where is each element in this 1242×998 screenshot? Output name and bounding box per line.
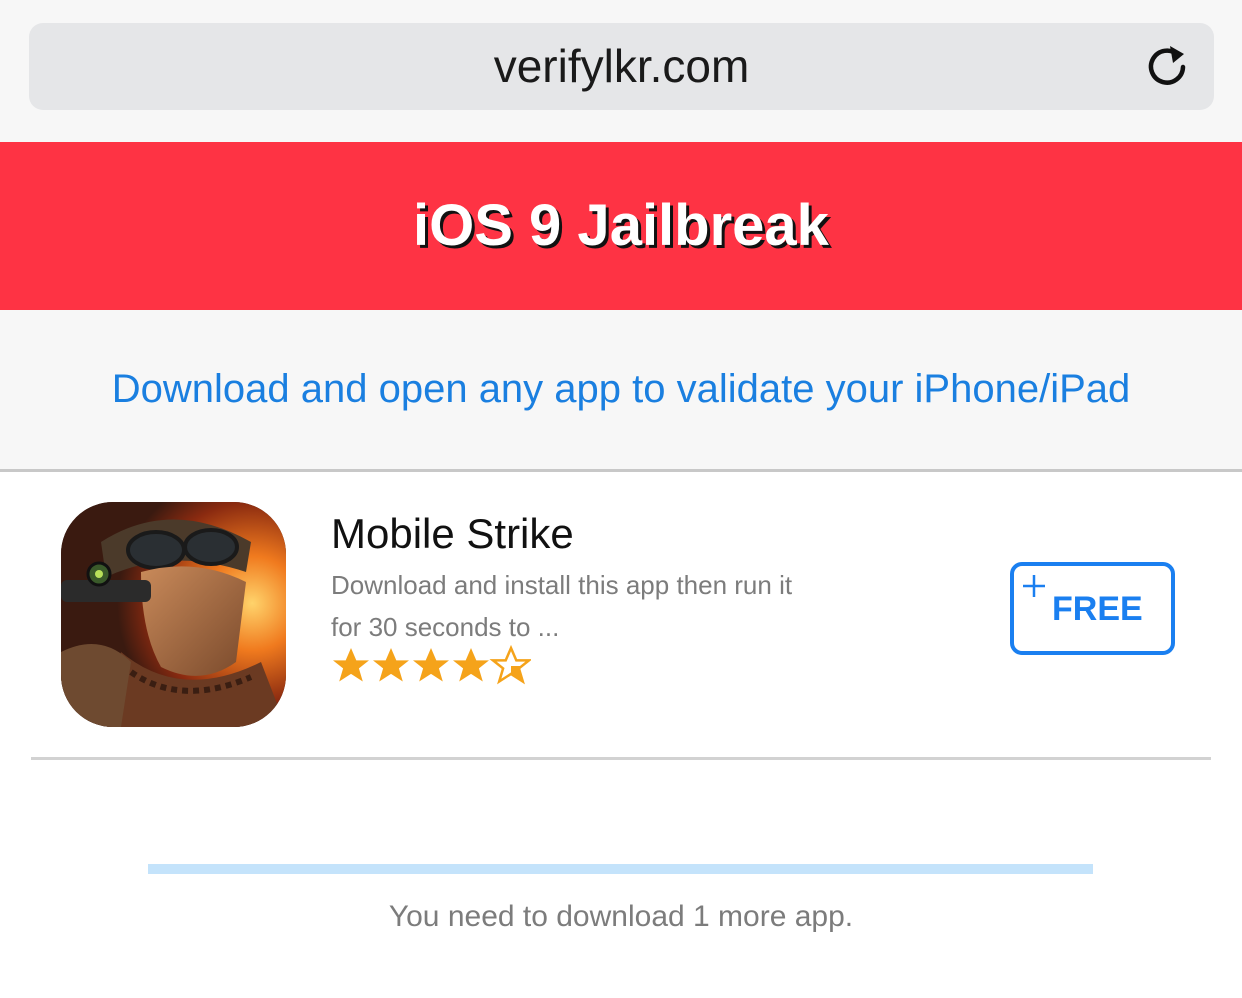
app-description-line-1: Download and install this app then run i… [331,570,793,600]
row-divider [31,757,1211,760]
half-star-icon [489,644,531,685]
address-bar[interactable]: verifylkr.com [29,23,1214,110]
url-text[interactable]: verifylkr.com [29,23,1214,110]
browser-toolbar: verifylkr.com [0,0,1242,142]
reload-icon[interactable] [1142,42,1192,92]
app-offer-row[interactable]: Mobile Strike Download and install this … [0,472,1242,758]
free-download-button[interactable]: FREE [1010,562,1175,655]
star-rating [333,644,531,685]
progress-status-text: You need to download 1 more app. [388,900,854,933]
page-title: iOS 9 Jailbreak [413,193,829,258]
star-icon [453,648,489,682]
plus-icon [1023,575,1045,597]
app-description: Download and install this app then run i… [331,564,831,648]
instruction-text: Download and open any app to validate yo… [111,367,1131,411]
instruction-banner: Download and open any app to validate yo… [0,310,1242,472]
app-name[interactable]: Mobile Strike [331,510,574,558]
star-icon [333,648,369,682]
progress-bar [148,864,1093,874]
star-icon [413,648,449,682]
mobile-strike-app-icon[interactable] [61,502,286,727]
star-icon [373,648,409,682]
free-button-label: FREE [1052,590,1143,628]
page-header: iOS 9 Jailbreak [0,142,1242,310]
app-description-line-2: for 30 seconds to ... [331,612,560,642]
